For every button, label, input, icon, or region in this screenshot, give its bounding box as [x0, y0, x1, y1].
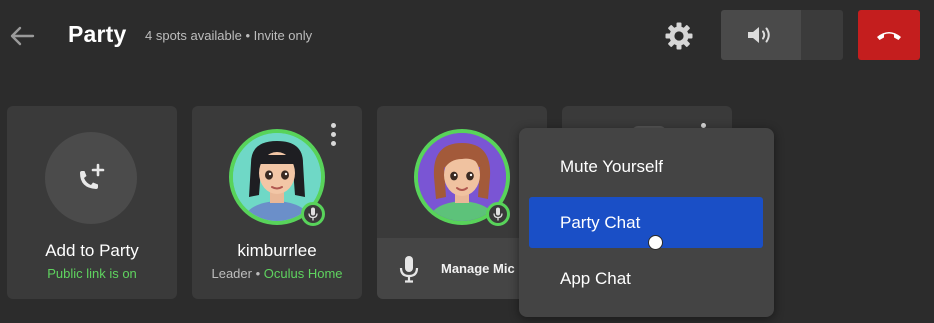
- member-role: Leader: [211, 266, 252, 281]
- page-title: Party: [68, 21, 127, 47]
- phone-hangup-icon: [877, 32, 901, 40]
- back-button[interactable]: [6, 20, 38, 52]
- party-status: 4 spots available • Invite only: [145, 28, 313, 43]
- member-location: Oculus Home: [263, 266, 343, 281]
- menu-item-app-chat[interactable]: App Chat: [529, 253, 763, 304]
- menu-item-party-chat[interactable]: Party Chat: [529, 197, 763, 248]
- gear-icon: [665, 22, 693, 50]
- more-vertical-icon: [700, 122, 706, 128]
- speaker-button[interactable]: [721, 10, 801, 60]
- add-to-party-card[interactable]: Add to Party Public link is on: [7, 106, 177, 299]
- public-link-status: Public link is on: [47, 266, 137, 281]
- add-call-icon: [80, 163, 105, 189]
- volume-slider[interactable]: [801, 10, 843, 60]
- party-screen: Party 4 spots available • Invite only Ad…: [0, 0, 934, 323]
- member-status: Leader • Oculus Home: [192, 266, 362, 281]
- add-call-button[interactable]: [45, 132, 137, 224]
- pointer-cursor: [648, 235, 663, 250]
- mic-status-badge: [486, 202, 510, 226]
- speaker-icon: [748, 27, 770, 43]
- back-arrow-icon: [10, 26, 35, 46]
- member-name: kimburrlee: [237, 241, 317, 260]
- menu-item-mute-yourself[interactable]: Mute Yourself: [529, 141, 763, 192]
- mic-options-menu: Mute Yourself Party Chat App Chat: [519, 128, 774, 317]
- mic-status-badge: [301, 202, 325, 226]
- volume-control: [721, 10, 843, 60]
- more-options-button[interactable]: [323, 119, 343, 149]
- leave-party-button[interactable]: [858, 10, 920, 60]
- settings-button[interactable]: [662, 19, 696, 53]
- microphone-icon: [399, 256, 419, 283]
- microphone-icon: [308, 207, 318, 221]
- add-to-party-label: Add to Party: [45, 241, 139, 260]
- status-separator: •: [251, 266, 264, 281]
- more-vertical-icon: [330, 122, 336, 128]
- manage-mic-label: Manage Mic: [441, 261, 515, 276]
- microphone-icon: [493, 207, 503, 221]
- party-member-card: kimburrlee Leader • Oculus Home: [192, 106, 362, 299]
